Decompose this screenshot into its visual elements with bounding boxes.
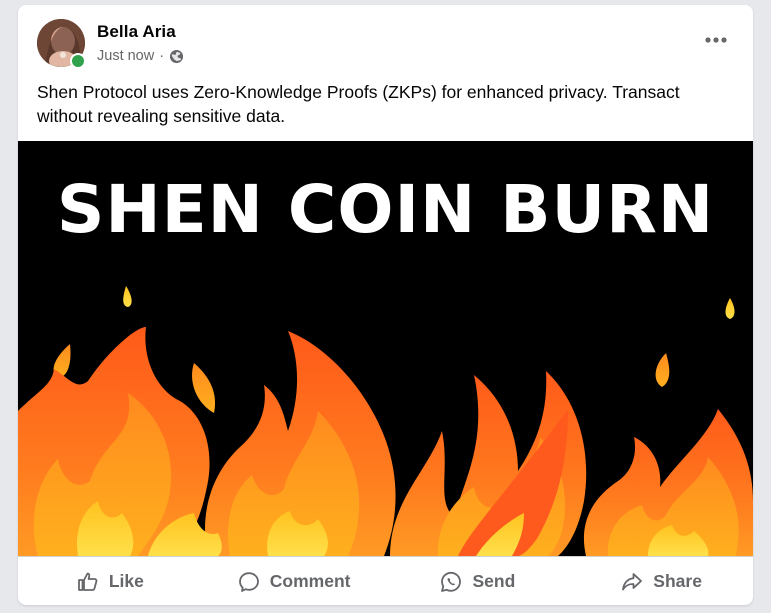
comment-label: Comment xyxy=(269,571,351,591)
send-button[interactable]: Send xyxy=(386,557,570,605)
action-bar: Like Comment Send Share xyxy=(18,556,753,605)
post-header: Bella Aria Just now · xyxy=(18,5,753,75)
like-button[interactable]: Like xyxy=(18,557,202,605)
meta-separator: · xyxy=(159,48,165,64)
share-arrow-icon xyxy=(622,572,643,590)
more-options-button[interactable] xyxy=(701,31,731,49)
comment-button[interactable]: Comment xyxy=(202,557,386,605)
more-dots-icon xyxy=(705,37,727,43)
comment-bubble-icon xyxy=(238,571,259,592)
author-name[interactable]: Bella Aria xyxy=(97,22,176,42)
share-button[interactable]: Share xyxy=(569,557,753,605)
thumbs-up-icon xyxy=(77,572,98,591)
post-text: Shen Protocol uses Zero-Knowledge Proofs… xyxy=(37,82,680,126)
timestamp[interactable]: Just now xyxy=(97,48,154,64)
online-status-indicator xyxy=(70,53,86,69)
whatsapp-icon xyxy=(441,571,462,592)
share-label: Share xyxy=(653,571,702,591)
like-label: Like xyxy=(108,571,144,591)
image-headline: SHEN COIN BURN xyxy=(56,171,715,248)
post-card: Bella Aria Just now · Shen Protocol uses… xyxy=(18,5,753,605)
post-image[interactable]: SHEN COIN BURN xyxy=(18,141,753,556)
globe-icon[interactable] xyxy=(169,49,184,64)
send-label: Send xyxy=(472,571,516,591)
post-meta: Just now · xyxy=(97,48,184,64)
